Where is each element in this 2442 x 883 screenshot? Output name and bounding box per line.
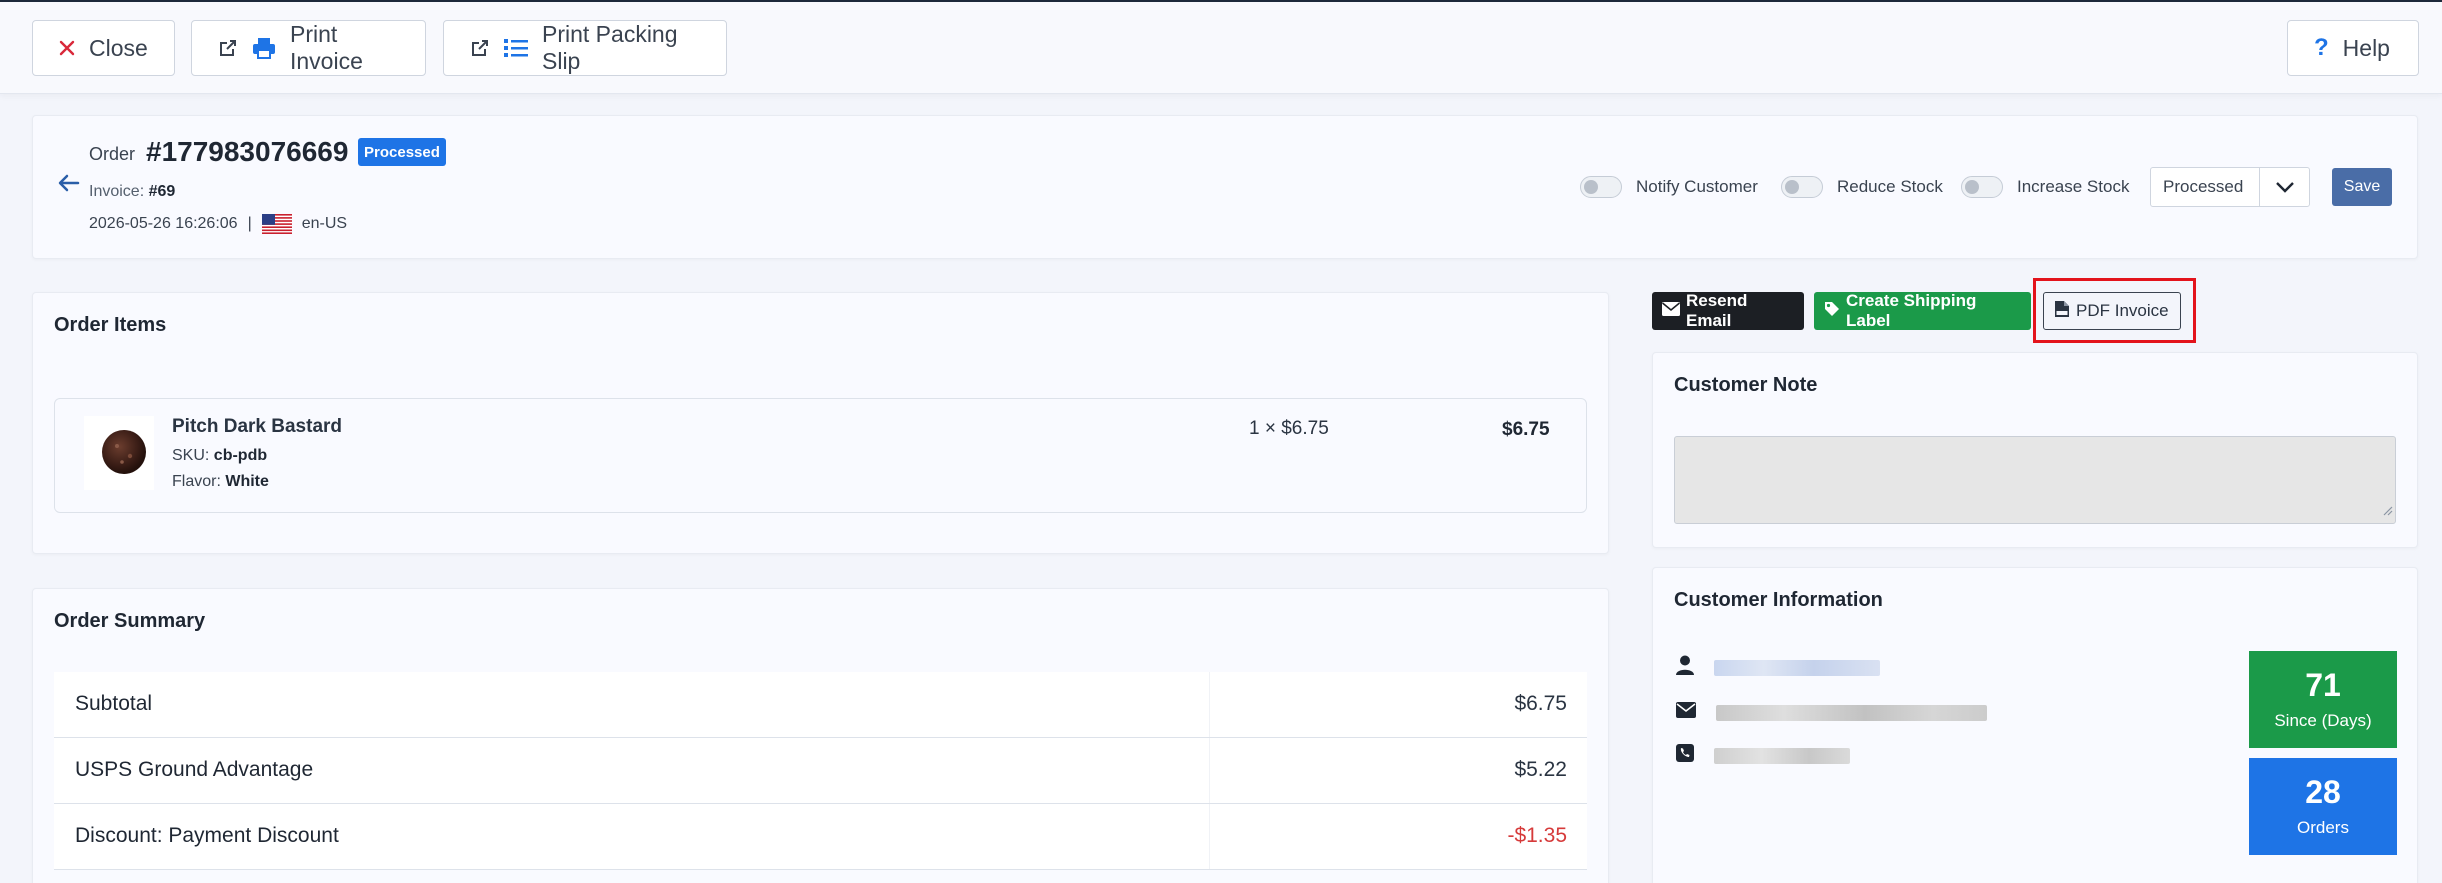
locale: en-US [301,215,348,232]
separator: | [247,215,252,232]
item-line-total: $6.75 [1502,419,1550,440]
customer-email-link[interactable] [1716,704,1987,721]
close-button-label: Close [89,34,148,61]
resend-email-label: Resend Email [1686,291,1748,330]
sku-value: cb-pdb [213,447,268,464]
close-button[interactable]: Close [32,20,175,76]
envelope-icon [1676,702,1696,723]
envelope-icon [1661,301,1681,321]
customer-note-title: Customer Note [1674,374,1818,396]
customer-email-row [1676,702,1987,723]
sku-label: SKU: [172,447,210,464]
increase-stock-label: Increase Stock [2017,177,2130,196]
item-sku: SKU: cb-pdb [172,447,267,465]
notify-customer-switch[interactable] [1580,176,1622,198]
invoice-number: #69 [148,183,176,200]
reduce-stock-toggle[interactable]: Reduce Stock [1781,176,1943,198]
item-flavor: Flavor: White [172,473,269,491]
column-divider [1209,804,1210,869]
increase-stock-switch[interactable] [1961,176,2003,198]
orders-count-value: 28 [2305,773,2341,810]
printer-icon [252,37,276,59]
external-link-icon [470,38,490,58]
customer-phone-link[interactable] [1714,747,1850,764]
summary-value: $6.75 [1514,692,1567,715]
item-name[interactable]: Pitch Dark Bastard [172,416,342,438]
since-days-caption: Since (Days) [2274,711,2372,731]
flavor-value: White [225,473,269,490]
summary-value: -$1.35 [1507,824,1567,847]
order-number: #177983076669 [146,136,349,167]
external-link-icon [218,38,238,58]
reduce-stock-switch[interactable] [1781,176,1823,198]
summary-label: USPS Ground Advantage [75,758,314,781]
customer-name-link[interactable] [1714,659,1880,676]
print-invoice-label: Print Invoice [290,21,363,74]
help-button-label: Help [2342,34,2390,61]
resend-email-button[interactable]: Resend Email [1652,291,1804,330]
create-shipping-label-button[interactable]: Create Shipping Label [1814,291,2031,330]
print-packing-slip-button[interactable]: Print Packing Slip [443,20,727,76]
customer-name-row [1676,655,1880,680]
order-label: Order [89,144,136,164]
customer-phone-row [1676,744,1850,767]
customer-information-title: Customer Information [1674,589,1883,611]
print-invoice-button[interactable]: Print Invoice [191,20,426,76]
orders-count-caption: Orders [2297,818,2349,838]
invoice-line: Invoice: #69 [89,183,175,201]
back-arrow-icon[interactable] [58,174,80,197]
chevron-down-icon [2259,168,2309,206]
table-row: USPS Ground Advantage $5.22 [54,738,1587,804]
help-button[interactable]: ? Help [2287,20,2419,76]
table-row: Subtotal $6.75 [54,672,1587,738]
question-icon: ? [2314,34,2329,61]
order-summary-title: Order Summary [54,610,206,632]
order-datetime: 2026-05-26 16:26:06 [89,215,238,232]
invoice-label: Invoice: [89,183,145,200]
summary-value: $5.22 [1514,758,1567,781]
order-status-select[interactable]: Processed [2150,167,2310,207]
notify-customer-label: Notify Customer [1636,177,1758,196]
create-shipping-label-label: Create Shipping Label [1846,291,1977,330]
customer-since-days-badge: 71 Since (Days) [2249,651,2397,748]
notify-customer-toggle[interactable]: Notify Customer [1580,176,1758,198]
tag-icon [1824,301,1840,322]
resize-handle-icon[interactable] [2381,503,2393,521]
summary-label: Discount: Payment Discount [75,824,339,847]
product-thumbnail[interactable] [84,416,154,490]
column-divider [1209,672,1210,737]
item-quantity-price: 1 × $6.75 [1249,418,1329,439]
user-icon [1676,655,1694,680]
summary-label: Subtotal [75,692,153,715]
since-days-value: 71 [2305,666,2341,703]
flavor-label: Flavor: [172,473,221,490]
save-button[interactable]: Save [2332,168,2392,206]
column-divider [1209,738,1210,803]
phone-icon [1676,744,1694,767]
print-packing-slip-label: Print Packing Slip [542,21,678,74]
order-items-title: Order Items [54,314,167,336]
highlight-box [2033,278,2196,343]
order-date-line: 2026-05-26 16:26:06 | en-US [89,214,347,234]
customer-orders-badge: 28 Orders [2249,758,2397,855]
table-row: Discount: Payment Discount -$1.35 [54,804,1587,870]
close-icon [59,40,75,56]
toolbar: Close Print Invoice Print Packing Slip ?… [0,2,2442,94]
list-icon [504,38,528,58]
status-select-value: Processed [2163,177,2244,196]
increase-stock-toggle[interactable]: Increase Stock [1961,176,2129,198]
reduce-stock-label: Reduce Stock [1837,177,1943,196]
status-badge: Processed [358,138,446,166]
us-flag-icon [261,214,292,234]
customer-note-textarea[interactable] [1674,436,2396,524]
